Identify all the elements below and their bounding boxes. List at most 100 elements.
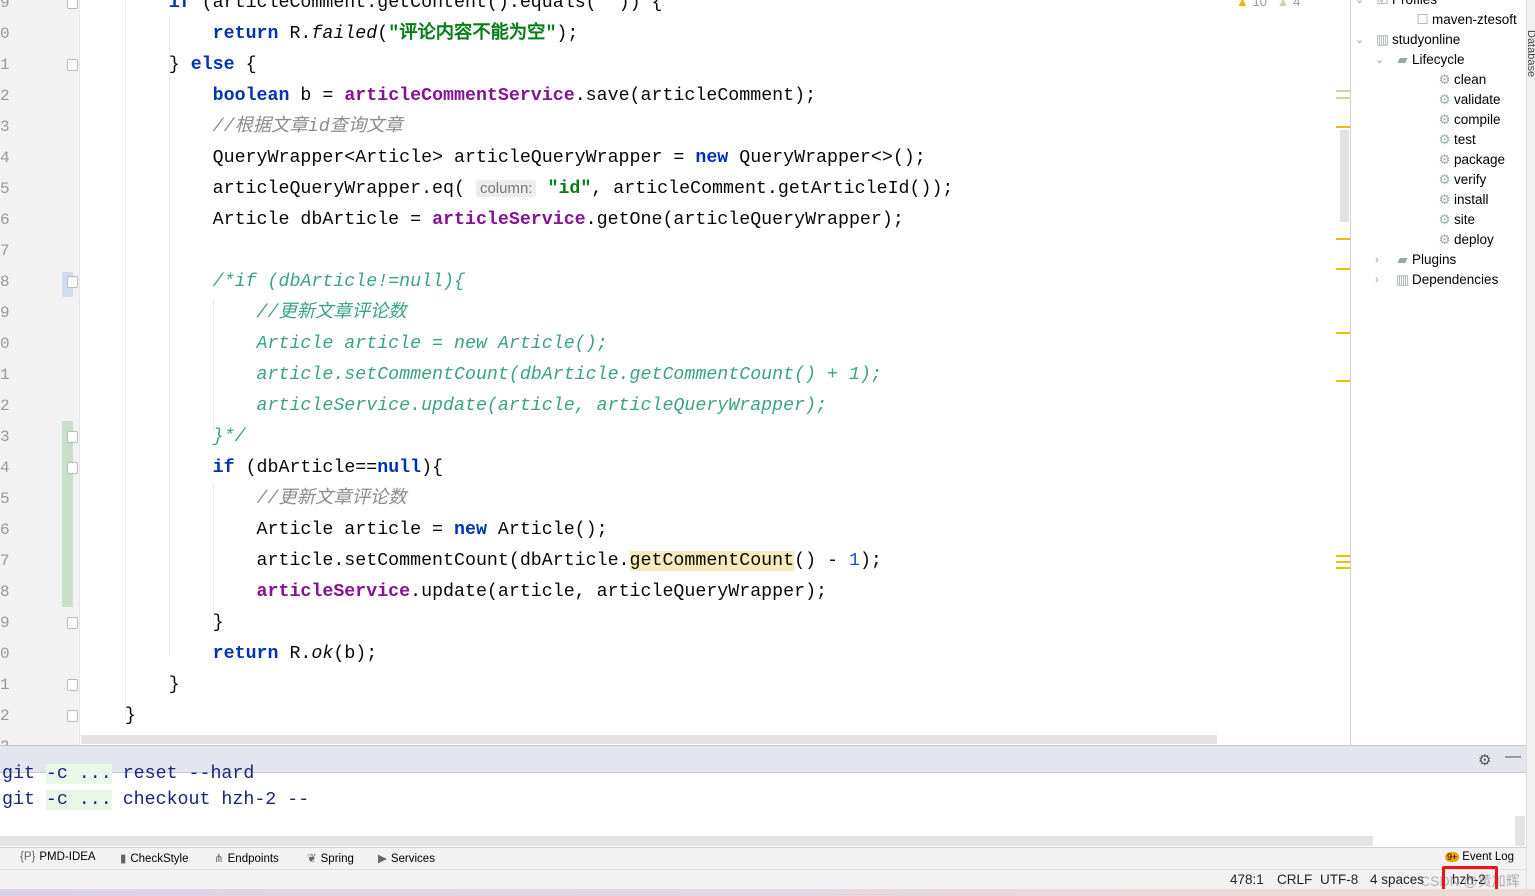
- fold-icon[interactable]: [67, 431, 78, 443]
- console-vertical-scrollbar[interactable]: [1515, 816, 1525, 846]
- error-stripe[interactable]: [1330, 0, 1350, 745]
- caret-position[interactable]: 478:1: [1230, 872, 1264, 887]
- stripe-mark[interactable]: [1336, 332, 1350, 334]
- fold-icon[interactable]: [67, 679, 78, 691]
- line-number: 2: [0, 87, 10, 105]
- code-token: Article article =: [81, 520, 454, 540]
- maven-tree-item[interactable]: ⚙ compile: [1437, 110, 1500, 130]
- warning-icon: ▲: [1236, 0, 1249, 9]
- maven-tool-window: ⌄☑Profiles☐maven-ztesoft⌄▥studyonline⌄▰L…: [1350, 0, 1526, 745]
- code-line: Article article = new Article();: [81, 329, 608, 360]
- weak-warning-icon: ▲: [1276, 0, 1290, 9]
- code-line: articleService.update(article, articleQu…: [81, 577, 827, 608]
- line-number: 9: [0, 614, 10, 632]
- maven-tree-item[interactable]: ⌄ ☑Profiles: [1355, 0, 1437, 10]
- gear-icon: ⚙: [1438, 72, 1451, 87]
- toolwindow-checkstyle[interactable]: ▮ CheckStyle: [120, 851, 189, 865]
- stripe-mark[interactable]: [1336, 561, 1350, 563]
- code-token: articleCommentService: [344, 86, 575, 106]
- maven-tree-item[interactable]: ⚙ site: [1437, 210, 1475, 230]
- code-editor[interactable]: 9012345678901234567890123 ▲ 10 ▲ 4 if (a…: [0, 0, 1350, 745]
- stripe-mark[interactable]: [1336, 126, 1350, 128]
- maven-tree-item[interactable]: ⚙ test: [1437, 130, 1475, 150]
- toolwindow-spring[interactable]: ❦ Spring: [307, 851, 354, 865]
- console-text: git: [2, 790, 46, 810]
- chevron-right-icon[interactable]: ›: [1375, 250, 1379, 270]
- code-line: }: [81, 670, 180, 701]
- gear-icon: ⚙: [1438, 212, 1451, 227]
- code-token: return: [212, 644, 279, 664]
- fold-icon[interactable]: [67, 462, 78, 474]
- maven-tree-item[interactable]: ☐ maven-ztesoft: [1415, 10, 1517, 30]
- error-count: 10: [1252, 0, 1267, 9]
- code-line: return R.ok(b);: [81, 639, 378, 670]
- fold-icon[interactable]: [67, 710, 78, 722]
- file-encoding[interactable]: UTF-8: [1320, 872, 1358, 887]
- inspection-widget[interactable]: ▲ 10 ▲ 4: [1236, 0, 1300, 9]
- stripe-mark[interactable]: [1336, 90, 1350, 92]
- code-line: //更新文章评论数: [81, 298, 407, 329]
- line-number: 6: [0, 211, 10, 229]
- code-token: articleService.update(article, articleQu…: [256, 396, 827, 416]
- toolwindow-endpoints[interactable]: ⋔ Endpoints: [214, 851, 279, 865]
- toolwindow-label: Services: [390, 853, 435, 865]
- stripe-mark[interactable]: [1336, 380, 1350, 382]
- editor-vscroll-thumb[interactable]: [1340, 130, 1349, 222]
- maven-tree-item[interactable]: › ▥ Dependencies: [1375, 270, 1498, 290]
- checkstyle-icon: ▮: [120, 853, 127, 865]
- minimize-icon[interactable]: —: [1505, 748, 1521, 766]
- maven-tree-item[interactable]: ⌄ ▰ Lifecycle: [1375, 50, 1465, 70]
- maven-tree-item[interactable]: › ▰ Plugins: [1375, 250, 1457, 270]
- code-token: (articleComment.getContent().equals(: [190, 0, 597, 13]
- indent-setting[interactable]: 4 spaces: [1370, 872, 1424, 887]
- code-token: boolean: [212, 86, 290, 106]
- maven-tree-item[interactable]: ⌄ ▥ studyonline: [1355, 30, 1460, 50]
- fold-icon[interactable]: [67, 617, 78, 629]
- chevron-down-icon[interactable]: ⌄: [1355, 0, 1364, 10]
- console-horizontal-scrollbar[interactable]: [0, 836, 1373, 846]
- chevron-down-icon[interactable]: ⌄: [1375, 50, 1384, 70]
- chevron-right-icon[interactable]: ›: [1375, 270, 1379, 290]
- tree-item-label: Plugins: [1412, 252, 1457, 267]
- event-log-button[interactable]: 9+ Event Log: [1445, 851, 1514, 863]
- fold-icon[interactable]: [67, 276, 78, 288]
- tree-item-label: Profiles: [1392, 0, 1437, 7]
- stripe-mark[interactable]: [1336, 567, 1350, 569]
- fold-icon[interactable]: [67, 0, 78, 9]
- horizontal-scrollbar[interactable]: [81, 735, 1217, 744]
- code-line: if (dbArticle==null){: [81, 453, 443, 484]
- tree-item-label: maven-ztesoft: [1432, 12, 1517, 27]
- maven-tree-item[interactable]: ⚙ validate: [1437, 90, 1500, 110]
- maven-tree-item[interactable]: ⚙ deploy: [1437, 230, 1493, 250]
- code-line: QueryWrapper<Article> articleQueryWrappe…: [81, 143, 926, 174]
- gear-icon[interactable]: ⚙: [1478, 751, 1491, 769]
- console-text: -c ...: [45, 790, 112, 810]
- toolwindow-pmd-idea[interactable]: {P} PMD-IDEA: [20, 851, 96, 863]
- maven-tree-item[interactable]: ⚙ install: [1437, 190, 1488, 210]
- maven-tree-item[interactable]: ⚙ verify: [1437, 170, 1486, 190]
- maven-tree-item[interactable]: ⚙ package: [1437, 150, 1505, 170]
- line-separator[interactable]: CRLF: [1277, 872, 1312, 887]
- gear-icon: ⚙: [1438, 132, 1451, 147]
- stripe-mark[interactable]: [1336, 555, 1350, 557]
- toolwindow-services[interactable]: ▶ Services: [378, 851, 435, 865]
- gear-icon: ⚙: [1438, 92, 1451, 107]
- code-token: "id": [547, 179, 592, 199]
- chevron-down-icon[interactable]: ⌄: [1355, 30, 1364, 50]
- fold-icon[interactable]: [67, 59, 78, 71]
- database-tab[interactable]: Database: [1527, 30, 1535, 77]
- code-token: return: [212, 24, 279, 44]
- maven-tree-item[interactable]: ⚙ clean: [1437, 70, 1486, 90]
- code-token: null: [377, 458, 422, 478]
- stripe-mark[interactable]: [1336, 268, 1350, 270]
- maven-module-icon: ▥: [1376, 32, 1389, 47]
- line-number: 0: [0, 25, 10, 43]
- code-token: Article dbArticle =: [81, 210, 433, 230]
- stripe-mark[interactable]: [1336, 238, 1350, 240]
- stripe-mark[interactable]: [1336, 97, 1350, 99]
